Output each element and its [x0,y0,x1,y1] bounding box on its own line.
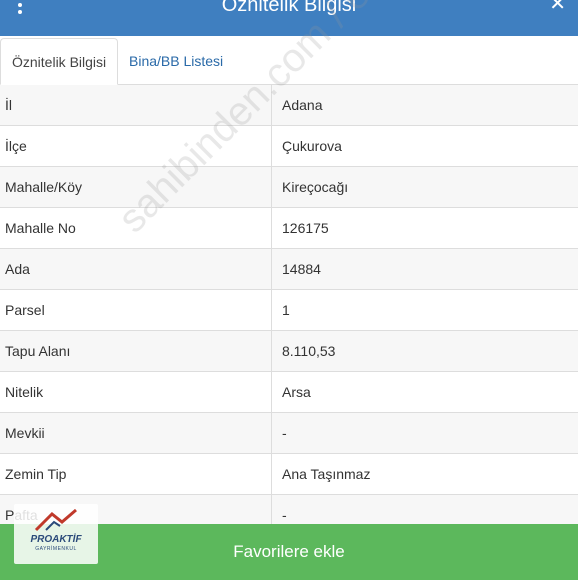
table-row: Parsel 1 [0,290,578,331]
tab-bar: Öznitelik Bilgisi Bina/BB Listesi [0,36,578,85]
table-row: Nitelik Arsa [0,372,578,413]
close-icon[interactable]: ✕ [549,0,566,14]
row-label: Zemin Tip [5,466,67,482]
dialog-header: Öznitelik Bilgisi ✕ [0,0,578,36]
row-value: Ana Taşınmaz [282,466,371,482]
row-value: - [282,425,287,441]
table-row: Ada 14884 [0,249,578,290]
table-row: Mevkii - [0,413,578,454]
row-value: 8.110,53 [282,343,336,359]
row-label: Tapu Alanı [5,343,71,359]
dialog-title: Öznitelik Bilgisi [221,0,357,16]
row-label: Mevkii [5,425,45,441]
row-value: 1 [282,302,290,318]
row-label: İlçe [5,138,27,154]
logo-subtitle: GAYRİMENKUL [35,546,77,552]
row-value: 126175 [282,220,329,236]
logo-roof-icon [34,508,77,532]
table-row: Tapu Alanı 8.110,53 [0,331,578,372]
row-label: Ada [5,261,30,277]
row-value: Adana [282,97,323,113]
table-row: İlçe Çukurova [0,126,578,167]
company-logo: PROAKTİF GAYRİMENKUL [14,504,98,564]
logo-name: PROAKTİF [30,534,82,545]
row-value: Arsa [282,384,311,400]
row-label: İl [5,97,12,113]
table-row: Zemin Tip Ana Taşınmaz [0,454,578,495]
row-label: Mahalle/Köy [5,179,83,195]
row-label: Mahalle No [5,220,76,236]
table-row: Mahalle No 126175 [0,208,578,249]
table-row: Mahalle/Köy Kireçocağı [0,167,578,208]
row-label: Nitelik [5,384,44,400]
table-row: İl Adana [0,85,578,126]
row-value: 14884 [282,261,321,277]
row-label: Parsel [5,302,45,318]
tab-attribute-info[interactable]: Öznitelik Bilgisi [0,38,119,85]
tab-building-list[interactable]: Bina/BB Listesi [118,38,234,84]
row-value: Kireçocağı [282,179,349,195]
attribute-table: İl Adana İlçe Çukurova Mahalle/Köy Kireç… [0,85,578,536]
row-value: Çukurova [282,138,342,154]
